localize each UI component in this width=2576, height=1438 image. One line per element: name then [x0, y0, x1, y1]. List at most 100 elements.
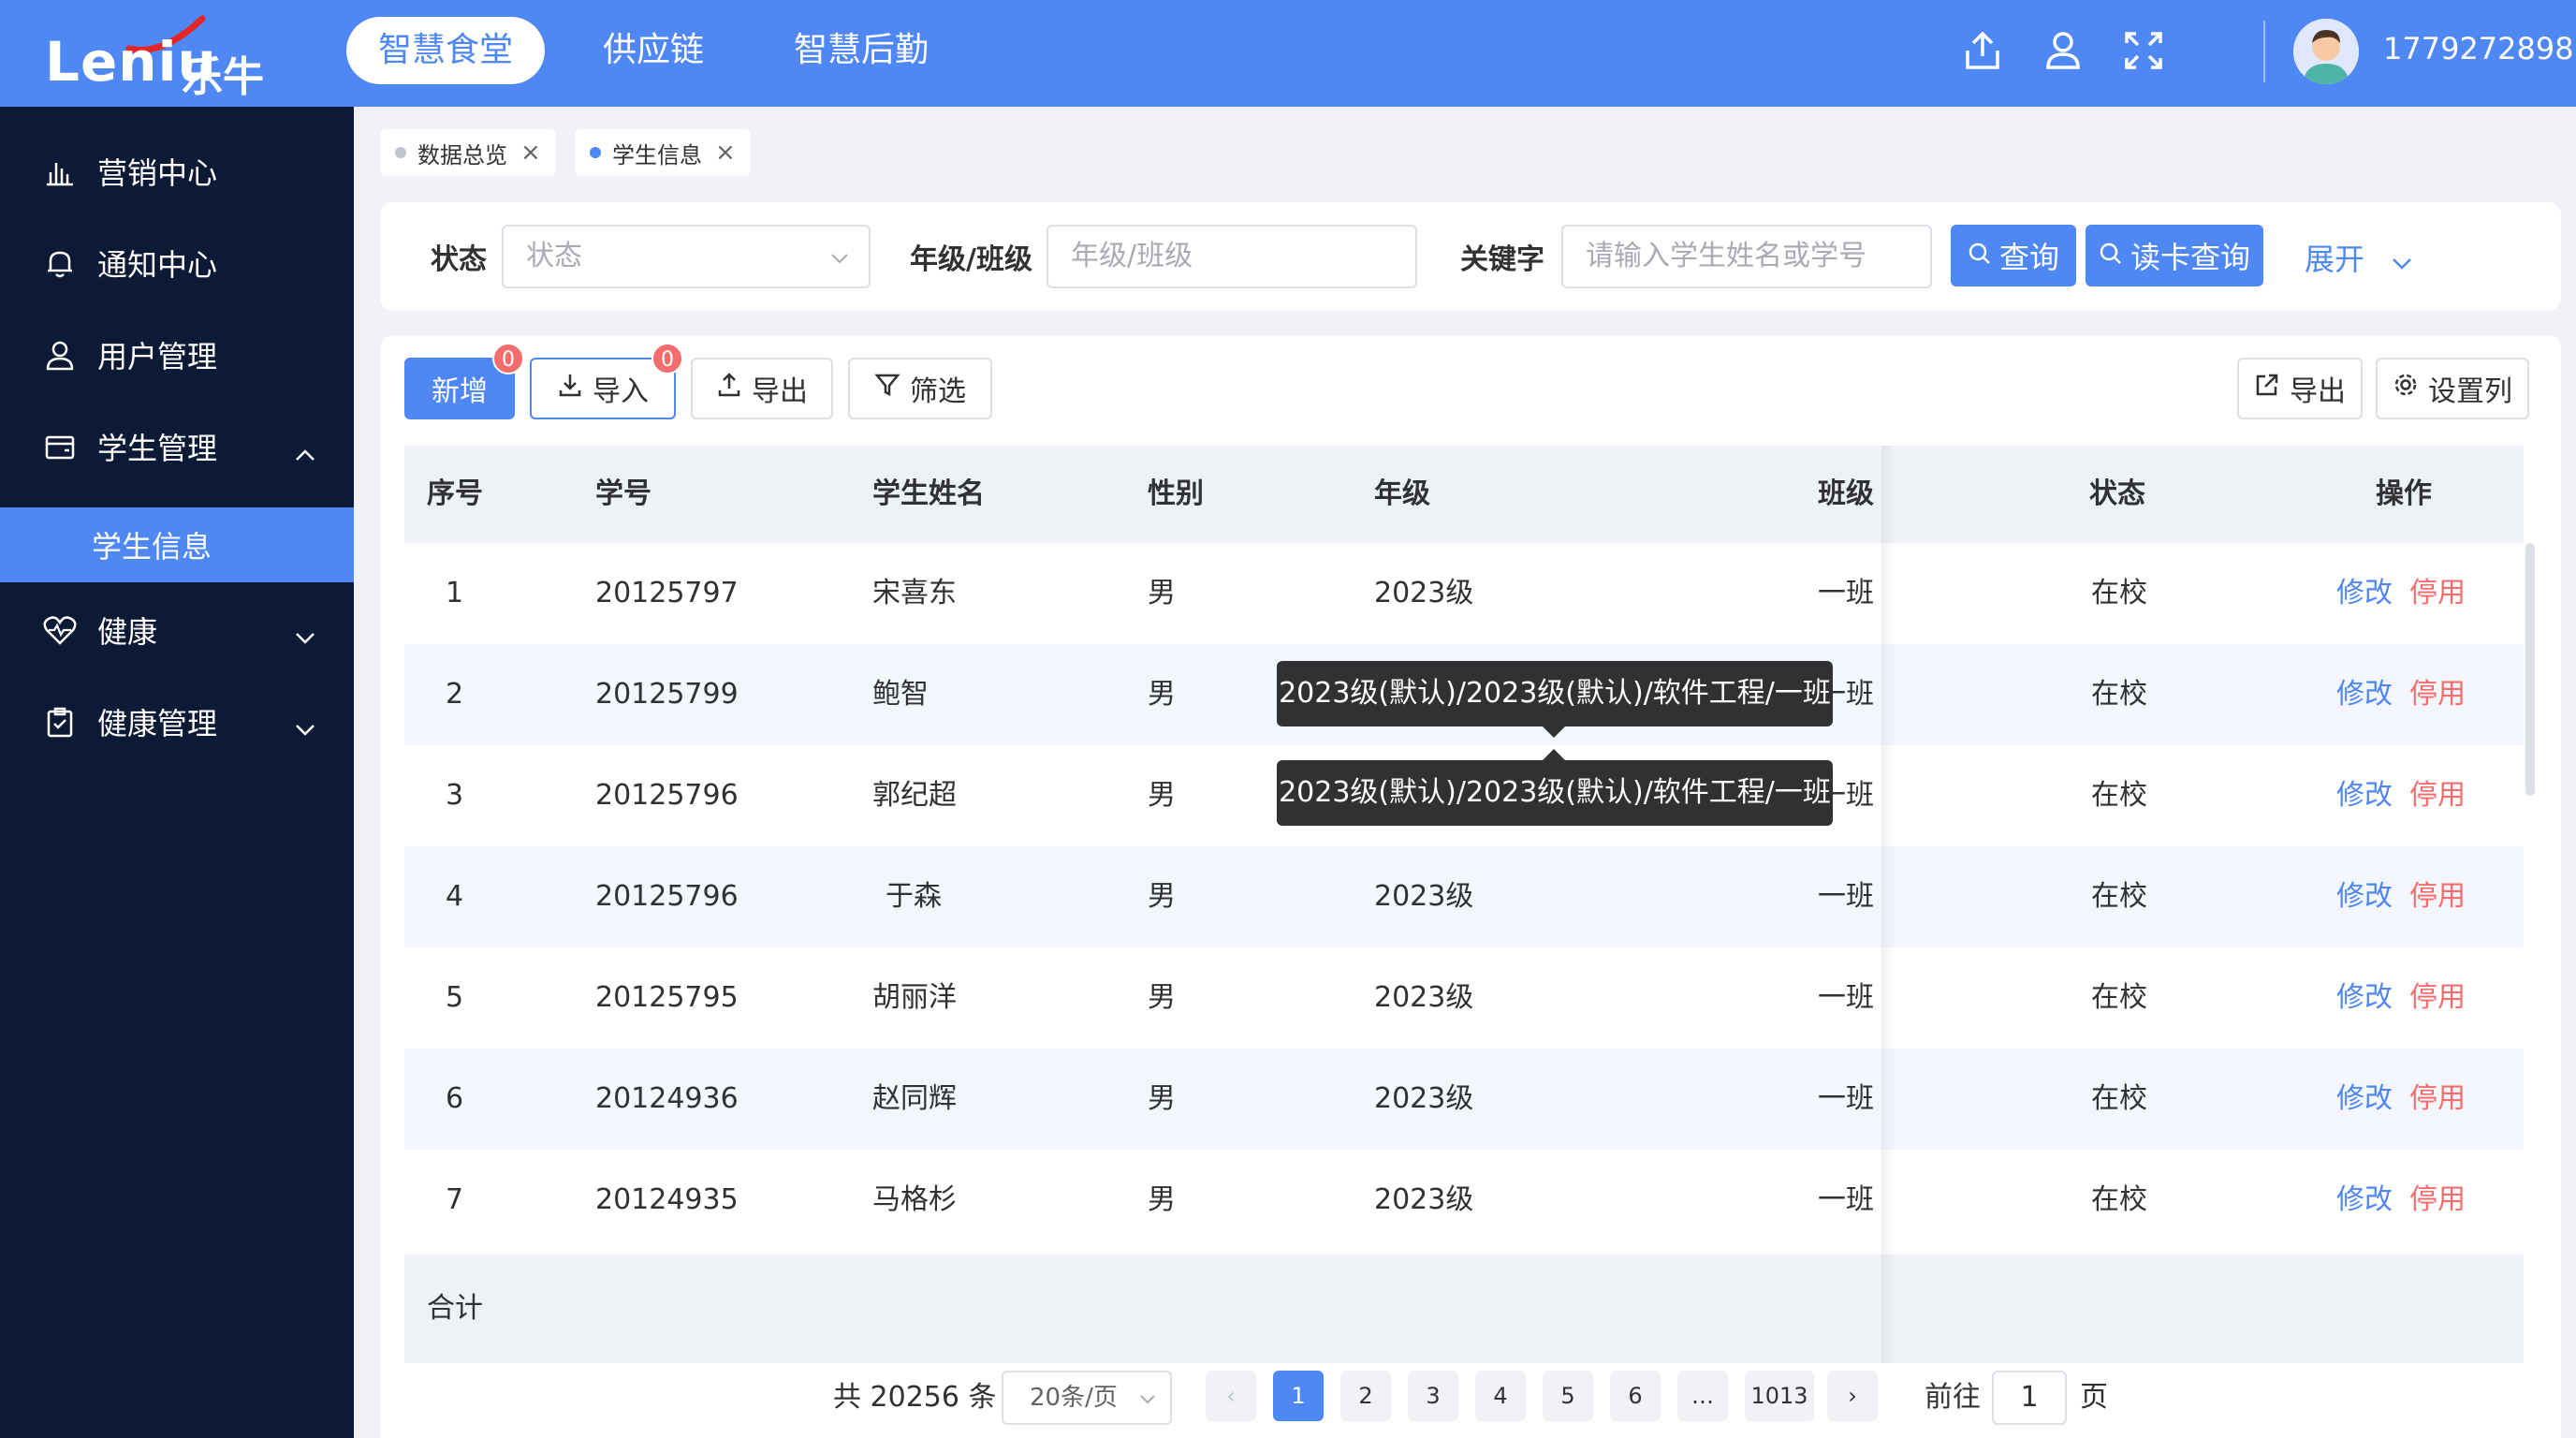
edit-link[interactable]: 修改	[2336, 745, 2393, 846]
cell-status: 在校	[2091, 1082, 2147, 1115]
edit-link[interactable]: 修改	[2336, 644, 2393, 745]
table-scrollbar[interactable]	[2525, 543, 2535, 796]
expand-toggle[interactable]: 展开	[2305, 236, 2413, 279]
prev-page-button[interactable]: ‹	[1206, 1371, 1256, 1421]
column-settings-label: 设置列	[2428, 375, 2512, 408]
column-settings-button[interactable]: 设置列	[2376, 358, 2529, 419]
add-button-label: 新增	[432, 375, 488, 408]
disable-link[interactable]: 停用	[2409, 1049, 2466, 1150]
cell-index: 2	[446, 678, 464, 711]
sidebar-item-users[interactable]: 用户管理	[0, 309, 354, 401]
export-external-button[interactable]: 导出	[2237, 358, 2363, 419]
close-icon[interactable]: ×	[715, 139, 736, 167]
disable-link[interactable]: 停用	[2409, 543, 2466, 644]
sidebar-item-label: 学生信息	[92, 529, 212, 565]
disable-link[interactable]: 停用	[2409, 1150, 2466, 1251]
cell-student-name: 胡丽洋	[872, 981, 957, 1014]
cell-index: 1	[446, 577, 464, 609]
next-page-button[interactable]: ›	[1827, 1371, 1878, 1421]
cell-gender: 男	[1148, 880, 1176, 913]
page-5[interactable]: 5	[1543, 1371, 1593, 1421]
sidebar-item-student-info[interactable]: 学生信息	[0, 507, 354, 582]
sidebar-item-label: 健康	[97, 614, 158, 650]
edit-link[interactable]: 修改	[2336, 846, 2393, 947]
grade-tooltip: 2023级(默认)/2023级(默认)/软件工程/一班	[1277, 661, 1833, 738]
disable-link[interactable]: 停用	[2409, 846, 2466, 947]
tab-data-overview[interactable]: 数据总览 ×	[380, 129, 556, 176]
cell-index: 6	[446, 1082, 464, 1115]
cell-grade: 2023级	[1374, 577, 1474, 609]
export-button[interactable]: 导出	[691, 358, 833, 419]
tab-student-info[interactable]: 学生信息 ×	[575, 129, 751, 176]
page-ellipsis[interactable]: …	[1677, 1371, 1728, 1421]
sidebar-item-label: 营销中心	[97, 155, 218, 191]
tab-dot	[395, 147, 406, 158]
avatar[interactable]	[2293, 19, 2359, 84]
sidebar-item-marketing[interactable]: 营销中心	[0, 125, 354, 217]
pagination-total: 共 20256 条	[833, 1381, 997, 1414]
page-6[interactable]: 6	[1610, 1371, 1661, 1421]
nav-smart-canteen[interactable]: 智慧食堂	[346, 17, 546, 84]
funnel-icon	[874, 372, 900, 405]
filter-button[interactable]: 筛选	[848, 358, 992, 419]
keyword-input[interactable]: 请输入学生姓名或学号	[1561, 225, 1932, 288]
fixed-column-shadow	[1881, 446, 1895, 1363]
sidebar-item-notice[interactable]: 通知中心	[0, 217, 354, 309]
cell-class: 一班	[1818, 1183, 1874, 1216]
top-divider	[2263, 21, 2265, 82]
keyword-label: 关键字	[1460, 243, 1544, 276]
fullscreen-icon[interactable]	[2123, 22, 2164, 79]
cell-index: 7	[446, 1183, 464, 1216]
chevron-up-icon	[294, 434, 316, 470]
chart-icon	[41, 153, 79, 190]
heart-icon	[41, 611, 79, 649]
cell-class: 一班	[1818, 1082, 1874, 1115]
page-1[interactable]: 1	[1273, 1371, 1324, 1421]
cell-class: 一班	[1818, 981, 1874, 1014]
grade-tooltip: 2023级(默认)/2023级(默认)/软件工程/一班	[1277, 749, 1833, 826]
user-phone[interactable]: 17792728987	[2383, 28, 2576, 69]
page-3[interactable]: 3	[1408, 1371, 1458, 1421]
cell-grade: 2023级	[1374, 880, 1474, 913]
goto-page-value: 1	[2020, 1381, 2039, 1414]
logo: Leniu 乐牛	[45, 15, 270, 101]
card-query-button[interactable]: 读卡查询	[2086, 225, 2263, 286]
cell-status: 在校	[2091, 577, 2147, 609]
query-button[interactable]: 查询	[1951, 225, 2076, 286]
cell-gender: 男	[1148, 577, 1176, 609]
add-badge: 0	[492, 343, 524, 374]
disable-link[interactable]: 停用	[2409, 644, 2466, 745]
chevron-down-icon	[1138, 1372, 1157, 1423]
chevron-down-icon	[829, 227, 850, 286]
sidebar-item-health-mgmt[interactable]: 健康管理	[0, 676, 354, 768]
page-2[interactable]: 2	[1340, 1371, 1391, 1421]
logo-cn: 乐牛	[182, 53, 264, 101]
download-icon	[557, 372, 583, 405]
disable-link[interactable]: 停用	[2409, 947, 2466, 1049]
table-header: 序号 学号 学生姓名 性别 年级 班级 状态 操作	[404, 446, 2524, 543]
sidebar-item-label: 学生管理	[97, 431, 218, 466]
edit-link[interactable]: 修改	[2336, 1150, 2393, 1251]
edit-link[interactable]: 修改	[2336, 543, 2393, 644]
nav-smart-logistics[interactable]: 智慧后勤	[762, 17, 960, 84]
page-4[interactable]: 4	[1475, 1371, 1526, 1421]
page-last[interactable]: 1013	[1745, 1371, 1814, 1421]
sidebar-item-student-mgmt[interactable]: 学生管理	[0, 401, 354, 492]
sidebar-item-label: 通知中心	[97, 247, 218, 283]
user-icon[interactable]	[2042, 22, 2084, 79]
tab-dot	[590, 147, 601, 158]
sidebar-item-health[interactable]: 健康	[0, 584, 354, 676]
page-size-select[interactable]: 20条/页	[1002, 1371, 1172, 1425]
cell-student-name: 赵同辉	[872, 1082, 957, 1115]
disable-link[interactable]: 停用	[2409, 745, 2466, 846]
status-select[interactable]: 状态	[502, 225, 871, 288]
close-icon[interactable]: ×	[520, 139, 541, 167]
grade-input[interactable]: 年级/班级	[1046, 225, 1417, 288]
table-row: 1 20125797 宋喜东 男 2023级 一班 在校 修改 停用	[404, 543, 2524, 644]
nav-supply-chain[interactable]: 供应链	[571, 17, 736, 84]
share-icon[interactable]	[1962, 22, 2003, 79]
goto-page-input[interactable]: 1	[1992, 1371, 2067, 1425]
edit-link[interactable]: 修改	[2336, 947, 2393, 1049]
edit-link[interactable]: 修改	[2336, 1049, 2393, 1150]
chevron-down-icon	[294, 710, 316, 745]
